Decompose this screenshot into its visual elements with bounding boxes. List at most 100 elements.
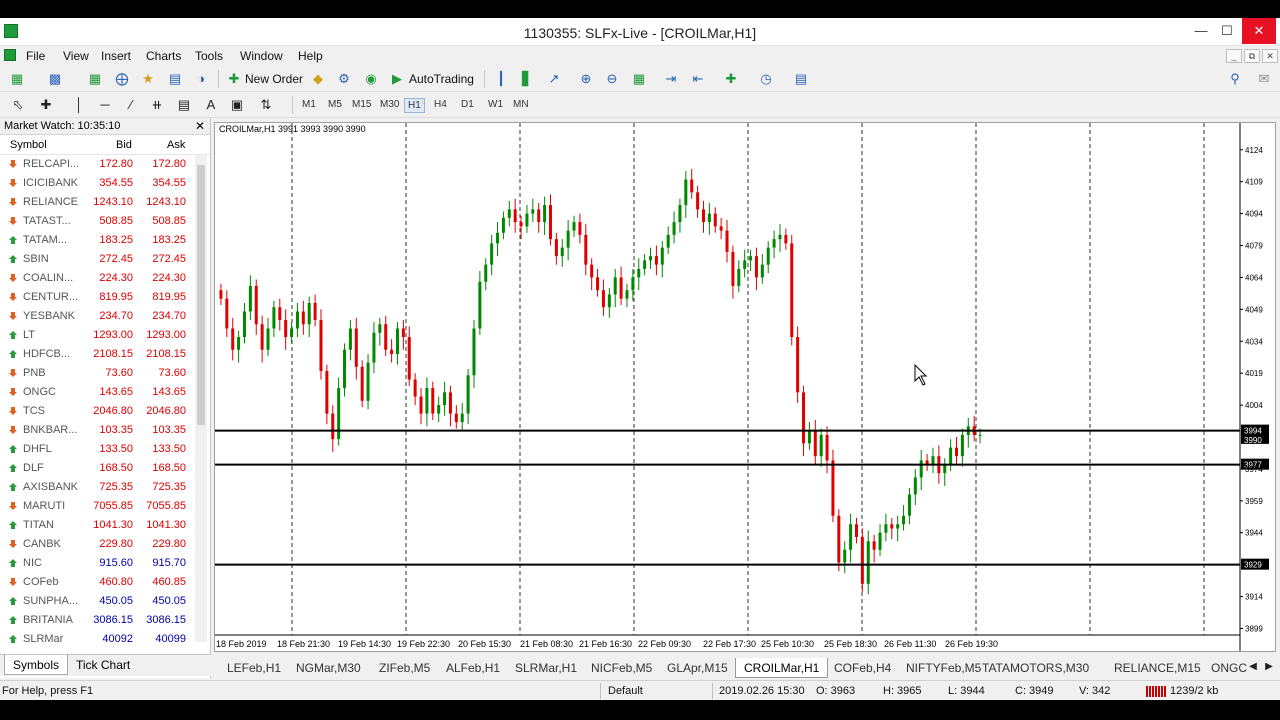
list-item[interactable]: CENTUR... 819.95 819.95: [0, 288, 210, 307]
list-item[interactable]: TATAST... 508.85 508.85: [0, 212, 210, 231]
mdi-restore-button[interactable]: ⧉: [1244, 49, 1260, 63]
chart-tab[interactable]: LEFeb,H1: [227, 661, 281, 675]
timeframe-mn[interactable]: MN: [510, 98, 532, 111]
list-item[interactable]: ONGC 143.65 143.65: [0, 383, 210, 402]
trendline-icon[interactable]: ∕: [122, 96, 140, 114]
list-item[interactable]: BRITANIA 3086.15 3086.15: [0, 611, 210, 630]
fibonacci-icon[interactable]: ▤: [175, 96, 193, 114]
chart-tab[interactable]: TATAMOTORS,M30: [982, 661, 1089, 675]
column-ask[interactable]: Ask: [167, 139, 185, 151]
horizontal-line-icon[interactable]: ─: [96, 96, 114, 114]
autotrading-icon[interactable]: ▶: [388, 70, 406, 88]
vertical-line-icon[interactable]: │: [70, 96, 88, 114]
chart-tab[interactable]: COFeb,H4: [834, 661, 891, 675]
line-chart-icon[interactable]: ↗: [545, 70, 563, 88]
list-item[interactable]: AXISBANK 725.35 725.35: [0, 478, 210, 497]
mdi-minimize-button[interactable]: _: [1226, 49, 1242, 63]
list-item[interactable]: SLRMar 40092 40099: [0, 630, 210, 649]
list-item[interactable]: ICICIBANK 354.55 354.55: [0, 174, 210, 193]
candlestick-chart[interactable]: 3994397739293990412441094094407940644049…: [215, 123, 1275, 651]
list-item[interactable]: NIC 915.60 915.70: [0, 554, 210, 573]
templates-icon[interactable]: ▤: [792, 70, 810, 88]
channel-icon[interactable]: ⧺: [148, 96, 166, 114]
menu-view[interactable]: View: [63, 49, 89, 63]
list-item[interactable]: COALIN... 224.30 224.30: [0, 269, 210, 288]
list-item[interactable]: RELCAPI... 172.80 172.80: [0, 155, 210, 174]
indicators-icon[interactable]: ✚: [722, 70, 740, 88]
market-watch-icon[interactable]: ▦: [86, 70, 104, 88]
new-chart-icon[interactable]: ▦: [8, 70, 26, 88]
new-order-icon[interactable]: ✚: [225, 70, 243, 88]
cursor-icon[interactable]: ⬁: [9, 96, 27, 114]
list-item[interactable]: YESBANK 234.70 234.70: [0, 307, 210, 326]
text-icon[interactable]: A: [202, 96, 220, 114]
list-item[interactable]: RELIANCE 1243.10 1243.10: [0, 193, 210, 212]
zoom-out-icon[interactable]: ⊖: [603, 70, 621, 88]
arrows-icon[interactable]: ⇅: [257, 96, 275, 114]
chart-tab[interactable]: RELIANCE,M15: [1114, 661, 1201, 675]
chart-tab[interactable]: SLRMar,H1: [515, 661, 577, 675]
menu-tools[interactable]: Tools: [195, 49, 223, 63]
close-icon[interactable]: ✕: [195, 119, 205, 133]
timeframe-m30[interactable]: M30: [377, 98, 402, 111]
menu-window[interactable]: Window: [240, 49, 283, 63]
autotrading-button[interactable]: AutoTrading: [409, 72, 474, 86]
menu-file[interactable]: File: [26, 49, 45, 63]
list-item[interactable]: SUNPHA... 450.05 450.05: [0, 592, 210, 611]
list-item[interactable]: TATAM... 183.25 183.25: [0, 231, 210, 250]
strategy-tester-icon[interactable]: ◑: [192, 70, 210, 88]
timeframe-h1[interactable]: H1: [404, 98, 425, 113]
chart-tab[interactable]: NIFTYFeb,M5: [906, 661, 981, 675]
list-item[interactable]: PNB 73.60 73.60: [0, 364, 210, 383]
chart-tab[interactable]: ALFeb,H1: [446, 661, 500, 675]
chart-tab[interactable]: CROILMar,H1: [735, 658, 829, 678]
timeframe-d1[interactable]: D1: [458, 98, 477, 111]
timeframe-w1[interactable]: W1: [485, 98, 506, 111]
tab-symbols[interactable]: Symbols: [4, 655, 69, 675]
profiles-icon[interactable]: ▩: [46, 70, 64, 88]
data-window-icon[interactable]: ⨁: [113, 70, 131, 88]
chart-window[interactable]: 3994 3977 3929 3990 4124 4109 4094 4079 4064 4049…: [214, 122, 1276, 652]
timeframe-m5[interactable]: M5: [325, 98, 345, 111]
chart-tab[interactable]: NGMar,M30: [296, 661, 361, 675]
text-label-icon[interactable]: ▣: [228, 96, 246, 114]
list-item[interactable]: DLF 168.50 168.50: [0, 459, 210, 478]
list-item[interactable]: TITAN 1041.30 1041.30: [0, 516, 210, 535]
chart-tab[interactable]: GLApr,M15: [667, 661, 728, 675]
navigator-icon[interactable]: ★: [139, 70, 157, 88]
zoom-in-icon[interactable]: ⊕: [577, 70, 595, 88]
chart-tab[interactable]: ZIFeb,M5: [379, 661, 430, 675]
list-item[interactable]: COFeb 460.80 460.85: [0, 573, 210, 592]
periods-icon[interactable]: ◷: [757, 70, 775, 88]
column-symbol[interactable]: Symbol: [10, 139, 47, 151]
timeframe-m15[interactable]: M15: [349, 98, 374, 111]
list-item[interactable]: TCS 2046.80 2046.80: [0, 402, 210, 421]
column-bid[interactable]: Bid: [116, 139, 132, 151]
scroll-right-icon[interactable]: ▶: [1260, 658, 1278, 676]
chart-shift-icon[interactable]: ⇤: [689, 70, 707, 88]
list-item[interactable]: LT 1293.00 1293.00: [0, 326, 210, 345]
timeframe-m1[interactable]: M1: [299, 98, 319, 111]
bar-chart-icon[interactable]: ┃: [492, 70, 510, 88]
chart-tab[interactable]: ONGC: [1211, 661, 1247, 675]
auto-scroll-icon[interactable]: ⇥: [662, 70, 680, 88]
maximize-button[interactable]: ☐: [1212, 18, 1242, 44]
list-item[interactable]: MARUTI 7055.85 7055.85: [0, 497, 210, 516]
market-watch-scrollbar[interactable]: [195, 155, 207, 642]
close-button[interactable]: ✕: [1242, 18, 1276, 44]
terminal-icon[interactable]: ▤: [166, 70, 184, 88]
signals-icon[interactable]: ⚙: [335, 70, 353, 88]
menu-help[interactable]: Help: [298, 49, 323, 63]
market-icon[interactable]: ◉: [362, 70, 380, 88]
scrollbar-thumb[interactable]: [197, 165, 205, 425]
crosshair-icon[interactable]: ✚: [37, 96, 55, 114]
connection-status-icon[interactable]: [1146, 686, 1166, 697]
list-item[interactable]: CANBK 229.80 229.80: [0, 535, 210, 554]
list-item[interactable]: HDFCB... 2108.15 2108.15: [0, 345, 210, 364]
tile-windows-icon[interactable]: ▦: [630, 70, 648, 88]
metaeditor-icon[interactable]: ◆: [309, 70, 327, 88]
timeframe-h4[interactable]: H4: [431, 98, 450, 111]
list-item[interactable]: BNKBAR... 103.35 103.35: [0, 421, 210, 440]
tab-tick-chart[interactable]: Tick Chart: [68, 655, 138, 675]
menu-charts[interactable]: Charts: [146, 49, 181, 63]
